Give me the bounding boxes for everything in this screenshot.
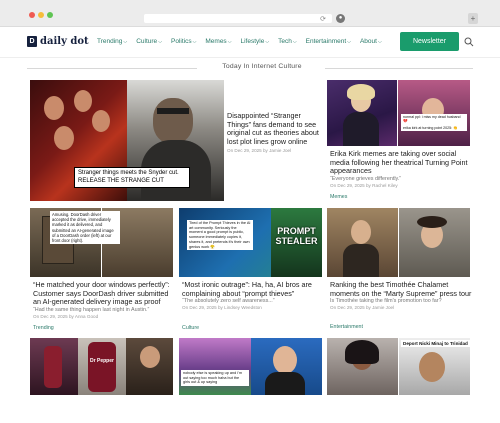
- photo-face: [54, 126, 74, 150]
- article-subtitle: “Had the same thing happen last night in…: [33, 306, 150, 313]
- headline-strip: Deport Nicki Minaj to Trinidad: [401, 340, 470, 347]
- article-photo: [327, 338, 398, 395]
- article-headline[interactable]: “He matched your door windows perfectly”…: [33, 280, 175, 307]
- extension-icon[interactable]: ●: [336, 14, 345, 23]
- article-headline[interactable]: Ranking the best Timothée Chalamet momen…: [330, 280, 472, 298]
- new-tab-icon[interactable]: +: [468, 13, 478, 24]
- article-card: Ranking the best Timothée Chalamet momen…: [330, 280, 472, 330]
- chevron-down-icon: ⌵: [158, 39, 162, 45]
- meme-overlay-text: erika kirk at turning point 2025: 👏: [401, 125, 467, 132]
- article-meta: On Dec 29, 2025 by Jamie Joel: [227, 148, 292, 154]
- chevron-down-icon: ⌵: [123, 39, 128, 45]
- menu-item-culture[interactable]: Culture⌵: [136, 38, 162, 45]
- menu-item-tech[interactable]: Tech⌵: [278, 38, 297, 45]
- meme-banner: PROMPT STEALER: [275, 226, 318, 246]
- tweet-overlay: nobody else is speaking up and i'm out s…: [181, 370, 249, 387]
- chevron-down-icon: ⌵: [292, 39, 297, 45]
- article-headline[interactable]: Erika Kirk memes are taking over social …: [330, 149, 472, 176]
- menu-item-politics[interactable]: Politics⌵: [171, 38, 196, 45]
- article-image[interactable]: [327, 208, 470, 277]
- article-subtitle: “Everyone grieves differently.”: [330, 175, 402, 182]
- article-image[interactable]: nobody else is speaking up and i'm out s…: [179, 338, 322, 395]
- menu-item-trending[interactable]: Trending⌵: [97, 38, 127, 45]
- tweet-overlay: Tired of the Prompt Thieves in the AI ar…: [187, 220, 253, 251]
- article-image[interactable]: Tired of the Prompt Thieves in the AI ar…: [179, 208, 322, 277]
- article-meta: On Dec 29, 2025 by Jamie Joel: [330, 305, 395, 311]
- article-image[interactable]: Amusing. DoorDash driver accepted the dr…: [30, 208, 173, 277]
- site-logo[interactable]: D daily dot: [27, 36, 89, 47]
- article-image[interactable]: Dr Pepper: [30, 338, 173, 395]
- divider: [27, 68, 197, 69]
- category-link[interactable]: Memes: [330, 194, 472, 200]
- close-window-icon[interactable]: [29, 12, 35, 18]
- article-meta: On Dec 29, 2025 by Anna Good: [33, 313, 99, 319]
- chevron-down-icon: ⌵: [347, 39, 351, 45]
- article-headline[interactable]: “Most ironic outrage”: Ha, ha, AI bros a…: [182, 280, 324, 298]
- divider: [325, 68, 473, 69]
- article-photo: [398, 80, 470, 146]
- article-photo: [126, 338, 173, 395]
- main-menu: Trending⌵ Culture⌵ Politics⌵ Memes⌵ Life…: [97, 38, 382, 45]
- browser-titlebar: ⟳ ● +: [0, 0, 500, 27]
- article-image[interactable]: Deport Nicki Minaj to Trinidad: [327, 338, 470, 395]
- photo-face: [44, 96, 64, 120]
- logo-mark: D: [27, 36, 37, 47]
- site-header: D daily dot Trending⌵ Culture⌵ Politics⌵…: [0, 27, 500, 58]
- article-photo: [327, 80, 397, 146]
- menu-item-about[interactable]: About⌵: [360, 38, 382, 45]
- article-photo: [327, 208, 398, 277]
- photo-face: [74, 90, 92, 112]
- minimize-window-icon[interactable]: [38, 12, 44, 18]
- category-link[interactable]: Entertainment: [330, 324, 472, 330]
- featured-caption: Stranger things meets the Snyder cut. RE…: [74, 167, 190, 188]
- article-card: “Most ironic outrage”: Ha, ha, AI bros a…: [182, 280, 324, 331]
- maximize-window-icon[interactable]: [47, 12, 53, 18]
- article-image[interactable]: normal ppl: i miss my dead husband 💔 eri…: [327, 80, 470, 146]
- article-meta: On Dec 29, 2025 by Rachel Kiley: [330, 182, 398, 188]
- logo-text: daily dot: [40, 36, 89, 47]
- photo-face: [92, 110, 110, 132]
- article-meta: On Dec 29, 2025 by Lindsey Weedston: [182, 305, 262, 311]
- meme-overlay-text: normal ppl: i miss my dead husband 💔: [401, 114, 467, 125]
- category-link[interactable]: Culture: [182, 325, 324, 331]
- chevron-down-icon: ⌵: [227, 39, 232, 45]
- section-heading: Today In Internet Culture: [27, 62, 473, 74]
- menu-item-lifestyle[interactable]: Lifestyle⌵: [240, 38, 269, 45]
- category-link[interactable]: Trending: [33, 325, 175, 331]
- article-card: “He matched your door windows perfectly”…: [33, 280, 175, 331]
- product-label: Dr Pepper: [90, 358, 114, 364]
- article-subtitle: “The absolutely zero self awareness...”: [182, 298, 275, 305]
- search-icon[interactable]: [464, 37, 474, 47]
- tweet-overlay: Amusing. DoorDash driver accepted the dr…: [50, 211, 120, 245]
- article-photo: [251, 338, 322, 395]
- article-photo: [179, 338, 251, 395]
- featured-image[interactable]: Stranger things meets the Snyder cut. RE…: [30, 80, 224, 201]
- chevron-down-icon: ⌵: [377, 39, 382, 45]
- address-bar[interactable]: ⟳: [144, 14, 332, 23]
- article-photo: Dr Pepper: [78, 338, 126, 395]
- newsletter-button[interactable]: Newsletter: [400, 32, 459, 51]
- article-subtitle: Is Timothée taking the film's promotion …: [330, 298, 442, 305]
- featured-text: Disappointed “Stranger Things” fans dema…: [227, 111, 319, 154]
- article-photo: [399, 208, 470, 277]
- article-card: Erika Kirk memes are taking over social …: [330, 149, 472, 200]
- chevron-down-icon: ⌵: [265, 39, 270, 45]
- article-photo: [30, 338, 78, 395]
- menu-item-entertainment[interactable]: Entertainment⌵: [306, 38, 351, 45]
- menu-item-memes[interactable]: Memes⌵: [205, 38, 231, 45]
- chevron-down-icon: ⌵: [192, 39, 197, 45]
- featured-headline[interactable]: Disappointed “Stranger Things” fans dema…: [227, 111, 319, 146]
- reload-icon[interactable]: ⟳: [320, 15, 326, 23]
- section-title: Today In Internet Culture: [222, 63, 302, 70]
